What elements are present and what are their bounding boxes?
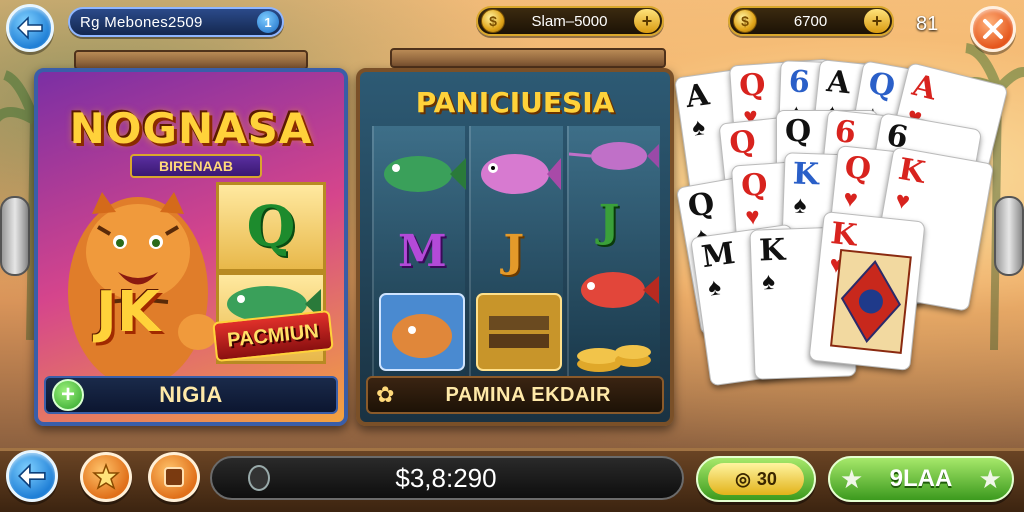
square-icon (164, 467, 184, 487)
reel-column: J (566, 126, 660, 376)
card-rank: A (683, 77, 712, 116)
bet-value: 30 (756, 468, 777, 489)
card-rank: A (824, 63, 852, 102)
arrow-left-icon (18, 463, 46, 489)
playing-card[interactable]: K ♥ (808, 211, 926, 371)
balance-coin-icon (248, 465, 270, 491)
player-name: Rg Mebones2509 (80, 13, 203, 31)
clover-icon: ✿ (376, 382, 395, 407)
slot-game-card-2[interactable]: PANICIUESIA M J J ✿ PAMINA EKDAIR (356, 68, 674, 426)
playing-cards-fan[interactable]: A♠Q♥6♠A♠Q♠A♥Q♥Q♠6♥6♠Q♠Q♥K♠Q♥K♥M♠K♠K♥ (674, 58, 1010, 438)
card-rank: Q (842, 149, 873, 188)
wooden-sign-plank-middle (390, 48, 666, 68)
slot-game-card-1[interactable]: NOGNASA BIRENAAB JK Q PACMIUN + NIGIA (34, 68, 348, 426)
close-button[interactable] (970, 6, 1016, 52)
add-currency-2-button[interactable]: + (864, 9, 890, 33)
star-icon: ★ (840, 463, 864, 494)
card-rank: M (699, 235, 738, 276)
card-suit-icon: ♥ (893, 186, 912, 216)
reel-column: M (372, 126, 466, 376)
card-suit-icon: ♥ (744, 202, 761, 231)
player-level-badge: 1 (257, 11, 279, 33)
reel-symbol-j: J (598, 196, 620, 247)
bet-pill: ◎ 30 (708, 463, 804, 495)
wooden-sign-plank-left (74, 50, 308, 70)
add-game-1-button[interactable]: + (52, 379, 84, 411)
card-suit-icon: ♠ (690, 113, 707, 142)
game-1-title: NOGNASA (69, 104, 313, 153)
player-profile-pill[interactable]: Rg Mebones2509 1 (68, 7, 284, 37)
star-badge-icon (92, 463, 120, 490)
card-rank: Q (785, 114, 812, 149)
card-rank: K (758, 232, 786, 269)
star-icon: ★ (978, 463, 1002, 494)
reel-column: J (469, 126, 563, 376)
card-rank: A (908, 67, 941, 108)
spin-label: 9LAA (889, 465, 953, 492)
card-rank: 6 (832, 113, 858, 151)
card-suit-icon: ♠ (761, 267, 776, 296)
coin-icon: $ (481, 9, 505, 33)
arrow-left-icon (16, 16, 43, 40)
pink-fish-icon (481, 154, 562, 194)
card-rank: Q (865, 65, 898, 105)
slot-reels: M J J (372, 126, 660, 376)
card-suit-icon: ♠ (793, 191, 808, 220)
reel-symbol-j: J (503, 226, 525, 277)
add-currency-1-button[interactable]: + (634, 9, 660, 33)
reel-symbol-m: M (398, 226, 447, 277)
cat-fish-icon (379, 293, 465, 371)
top-counter: 81 (916, 13, 939, 35)
card-rank: K (792, 156, 820, 193)
card-rank: Q (738, 67, 767, 105)
favorite-button[interactable] (80, 452, 132, 502)
bet-button[interactable]: ◎ 30 (696, 456, 816, 502)
fish-icon (384, 156, 466, 192)
left-scroll-handle[interactable] (0, 196, 30, 276)
currency-1-value: Slam–5000 (531, 12, 608, 30)
currency-pill-coins: $ 6700 + (728, 6, 894, 36)
game-2-title: PANICIUESIA (415, 86, 615, 119)
card-rank: 6 (788, 64, 811, 101)
king-face-art (830, 248, 912, 354)
card-rank: K (895, 151, 928, 191)
game-2-footer[interactable]: ✿ PAMINA EKDAIR (366, 376, 664, 414)
card-suit-icon: ♠ (706, 273, 723, 302)
card-rank: Q (740, 167, 769, 205)
card-rank: K (828, 215, 859, 254)
back-button-bottom[interactable] (6, 450, 58, 502)
close-icon (983, 19, 1003, 39)
currency-pill-slam: $ Slam–5000 + (476, 6, 664, 36)
card-suit-icon: ♥ (842, 185, 860, 214)
coin-icon: $ (733, 9, 757, 33)
currency-2-value: 6700 (793, 12, 828, 30)
game-2-play-label: PAMINA EKDAIR (445, 383, 611, 406)
bet-coin-icon: ◎ (735, 468, 751, 489)
back-button-top[interactable] (6, 4, 54, 52)
coin-stack-icon (576, 345, 651, 372)
red-fish-icon (580, 272, 659, 308)
q-symbol: Q (216, 182, 326, 272)
jk-symbol: JK (96, 280, 161, 345)
game-1-footer[interactable]: + NIGIA (44, 376, 338, 414)
stop-button[interactable] (148, 452, 200, 502)
balance-value: $3,8:290 (395, 462, 497, 493)
treasure-chest-icon (476, 293, 563, 371)
game-1-play-label: NIGIA (159, 382, 223, 407)
card-rank: Q (727, 124, 758, 162)
swordfish-icon (568, 142, 659, 170)
card-rank: Q (685, 185, 718, 225)
balance-display: $3,8:290 (210, 456, 684, 500)
spin-button[interactable]: ★ 9LAA ★ (828, 456, 1014, 502)
